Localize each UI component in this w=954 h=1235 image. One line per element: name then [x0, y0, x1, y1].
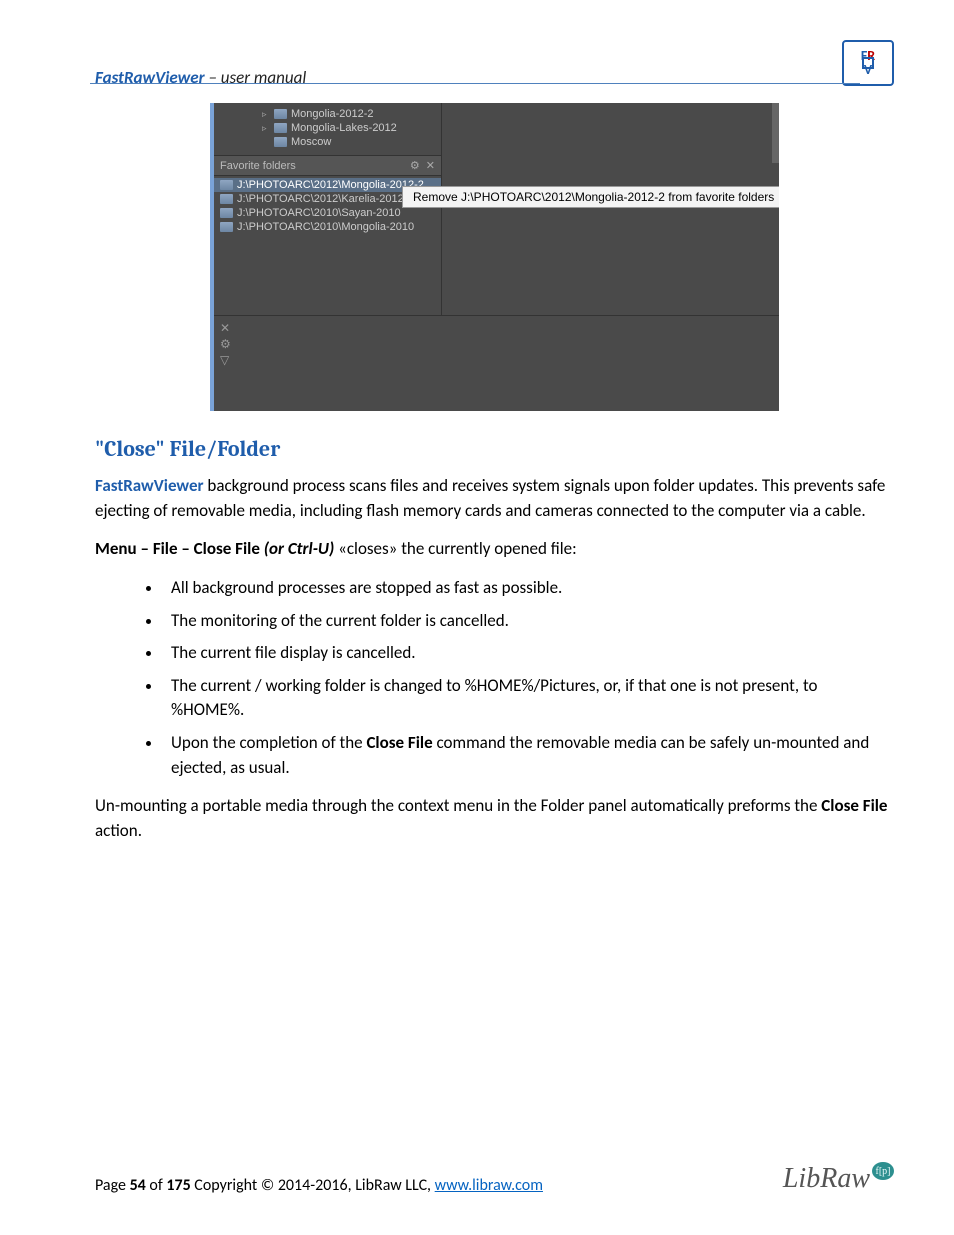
tree-item[interactable]: Moscow [220, 135, 441, 149]
expand-arrow-icon [262, 137, 270, 147]
paragraph: Un-mounting a portable media through the… [95, 794, 894, 843]
header-suffix: – user manual [205, 67, 307, 88]
folder-icon [274, 137, 287, 147]
filter-icon[interactable]: ▽ [220, 354, 231, 366]
folder-icon [220, 194, 233, 204]
bottom-panel: ✕ ⚙ ▽ [214, 315, 779, 411]
brand-name: FastRawViewer [95, 475, 204, 496]
favorites-header: Favorite folders ⚙ ✕ [214, 155, 441, 176]
favorite-item-label: J:\PHOTOARC\2010\Sayan-2010 [237, 207, 401, 219]
header-title: FastRawViewer – user manual [95, 67, 306, 88]
preview-area [442, 103, 779, 315]
list-item: Upon the completion of the Close File co… [163, 731, 894, 780]
context-menu-item[interactable]: Remove J:\PHOTOARC\2012\Mongolia-2012-2 … [402, 186, 779, 208]
libraw-badge-icon: f[p] [872, 1162, 894, 1180]
list-item: The current file display is cancelled. [163, 641, 894, 666]
list-item: The monitoring of the current folder is … [163, 609, 894, 634]
folder-icon [220, 208, 233, 218]
brand-name: FastRawViewer [95, 67, 205, 88]
tree-item-label: Mongolia-2012-2 [291, 108, 374, 120]
app-screenshot: ▹ Mongolia-2012-2 ▹ Mongolia-Lakes-2012 … [210, 103, 779, 411]
expand-arrow-icon[interactable]: ▹ [262, 109, 270, 120]
folder-icon [274, 123, 287, 133]
paragraph: Menu – File – Close File (or Ctrl-U) «cl… [95, 537, 894, 562]
favorite-item-label: J:\PHOTOARC\2012\Mongolia-2012-2 [237, 179, 424, 191]
frv-logo-icon: FRV [842, 40, 894, 86]
folder-icon [274, 109, 287, 119]
favorite-item[interactable]: J:\PHOTOARC\2010\Mongolia-2010 [214, 220, 441, 234]
tree-item[interactable]: ▹ Mongolia-Lakes-2012 [220, 121, 441, 135]
gear-icon[interactable]: ⚙ [220, 338, 231, 350]
list-item: The current / working folder is changed … [163, 674, 894, 723]
bullet-list: All background processes are stopped as … [95, 576, 894, 780]
paragraph: FastRawViewer background process scans f… [95, 474, 894, 523]
close-icon[interactable]: ✕ [426, 159, 435, 172]
expand-arrow-icon[interactable]: ▹ [262, 123, 270, 134]
favorite-item[interactable]: J:\PHOTOARC\2010\Sayan-2010 [214, 206, 441, 220]
libraw-link[interactable]: www.libraw.com [435, 1176, 543, 1195]
libraw-logo: LibRaw f[p] [783, 1163, 894, 1195]
close-icon[interactable]: ✕ [220, 322, 231, 334]
favorite-item-label: J:\PHOTOARC\2012\Karelia-2012 [237, 193, 404, 205]
gear-icon[interactable]: ⚙ [410, 159, 420, 172]
favorites-header-label: Favorite folders [220, 160, 296, 172]
folder-icon [220, 180, 233, 190]
tree-item-label: Moscow [291, 136, 331, 148]
folder-icon [220, 222, 233, 232]
list-item: All background processes are stopped as … [163, 576, 894, 601]
favorite-item-label: J:\PHOTOARC\2010\Mongolia-2010 [237, 221, 414, 233]
page-header: FastRawViewer – user manual FRV [95, 40, 894, 88]
scrollbar[interactable] [772, 103, 779, 163]
page-footer: Page 54 of 175 Copyright © 2014-2016, Li… [95, 1163, 894, 1195]
footer-text: Page 54 of 175 Copyright © 2014-2016, Li… [95, 1176, 543, 1195]
folder-tree-panel: ▹ Mongolia-2012-2 ▹ Mongolia-Lakes-2012 … [214, 103, 442, 315]
tree-item-label: Mongolia-Lakes-2012 [291, 122, 397, 134]
section-heading: "Close" File/Folder [95, 436, 894, 462]
header-rule [90, 83, 860, 84]
folder-tree: ▹ Mongolia-2012-2 ▹ Mongolia-Lakes-2012 … [214, 103, 441, 155]
tree-item[interactable]: ▹ Mongolia-2012-2 [220, 107, 441, 121]
